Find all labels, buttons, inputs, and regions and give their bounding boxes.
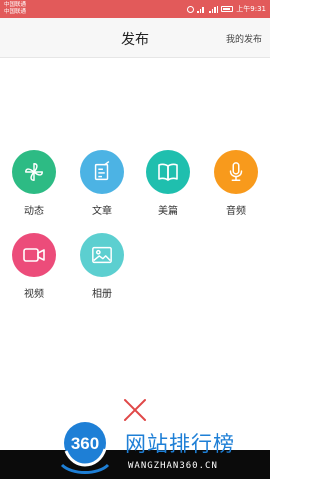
option-meipian[interactable]: 美篇 xyxy=(138,150,198,217)
book-icon xyxy=(146,150,190,194)
battery-icon xyxy=(221,6,234,12)
video-camera-icon xyxy=(12,233,56,277)
option-label: 动态 xyxy=(24,206,44,217)
pinwheel-icon xyxy=(12,150,56,194)
status-bar: 中国联通 中国联通 上午9:31 xyxy=(0,0,270,18)
option-label: 美篇 xyxy=(158,206,178,217)
microphone-icon xyxy=(214,150,258,194)
option-label: 相册 xyxy=(92,289,112,300)
option-label: 文章 xyxy=(92,206,112,217)
option-label: 视频 xyxy=(24,289,44,300)
photo-icon xyxy=(80,233,124,277)
option-label: 音频 xyxy=(226,206,246,217)
alarm-icon xyxy=(187,5,195,13)
option-article[interactable]: 文章 xyxy=(72,150,132,217)
header: 发布 我的发布 xyxy=(0,18,270,58)
edit-note-icon xyxy=(80,150,124,194)
option-video[interactable]: 视频 xyxy=(4,233,64,300)
close-button[interactable] xyxy=(122,397,148,423)
watermark-title: 网站排行榜 xyxy=(125,432,235,456)
close-icon xyxy=(124,399,146,421)
option-dynamic[interactable]: 动态 xyxy=(4,150,64,217)
watermark-logo-text: 360 xyxy=(71,434,99,453)
status-time: 上午9:31 xyxy=(236,5,266,13)
my-publish-link[interactable]: 我的发布 xyxy=(226,32,262,45)
watermark-logo: 360 xyxy=(60,422,110,474)
carrier-1: 中国联通 xyxy=(4,2,27,8)
watermark-url: WANGZHAN360.CN xyxy=(128,461,218,471)
wifi-signal-icon xyxy=(197,6,206,13)
carrier-2: 中国联通 xyxy=(4,9,27,15)
cell-signal-icon xyxy=(209,5,219,13)
option-album[interactable]: 相册 xyxy=(72,233,132,300)
option-audio[interactable]: 音频 xyxy=(206,150,266,217)
